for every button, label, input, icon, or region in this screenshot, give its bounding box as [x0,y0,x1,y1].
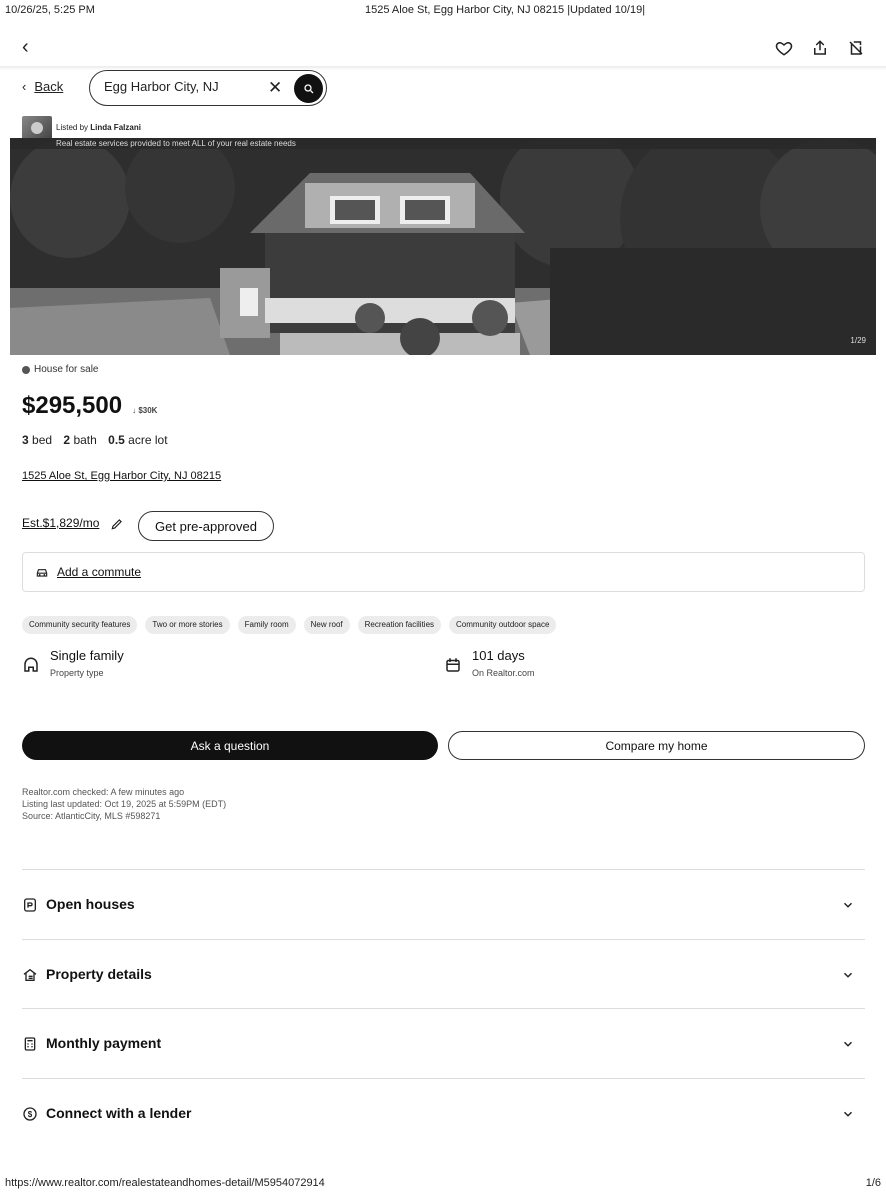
agent-name: Linda Falzani [90,123,141,132]
share-icon[interactable] [810,38,830,58]
search-box: ✕ [89,70,327,106]
chevron-down-icon [841,898,855,917]
hide-icon[interactable] [846,38,866,58]
property-type-label: Property type [50,668,104,678]
chevron-down-icon [841,1107,855,1126]
section-label: Connect with a lender [46,1105,192,1121]
house-icon [22,656,40,679]
car-icon [36,569,48,577]
listing-address[interactable]: 1525 Aloe St, Egg Harbor City, NJ 08215 [22,470,221,482]
listing-photo[interactable]: Real estate services provided to meet AL… [10,138,876,355]
print-datetime: 10/26/25, 5:25 PM [5,4,95,16]
checked-text: Realtor.com checked: A few minutes ago [22,787,185,797]
baths-value: 2 [63,433,71,447]
svg-text:$: $ [28,1110,33,1119]
status-text: House for sale [34,364,99,375]
chevron-left-icon[interactable]: ‹ [22,36,29,59]
feature-tag: Community outdoor space [449,616,557,634]
search-input[interactable] [104,79,264,94]
section-open-houses[interactable]: Open houses [22,869,865,939]
print-header: 10/26/25, 5:25 PM 1525 Aloe St, Egg Harb… [5,4,881,20]
feature-tag: Two or more stories [145,616,230,634]
close-icon[interactable]: ✕ [268,78,282,98]
photo-banner: Real estate services provided to meet AL… [10,138,876,149]
section-monthly-payment[interactable]: Monthly payment [22,1008,865,1078]
back-link[interactable]: ‹ Back [22,79,63,94]
search-icon [303,83,313,93]
beds-label: bed [32,433,53,447]
chevron-left-icon: ‹ [22,79,27,94]
price-row: $295,500 ↓ $30K [22,392,157,420]
add-commute-label: Add a commute [57,565,142,579]
price-change: ↓ $30K [132,406,158,415]
dollar-circle-icon: $ [22,1106,38,1127]
beds-fact: 3 bed [22,433,56,447]
top-actions [774,38,866,58]
baths-label: bath [73,433,97,447]
days-value: 101 days [472,648,525,663]
chevron-down-icon [841,1037,855,1056]
status-dot-icon [22,365,30,374]
lot-fact: 0.5 acre lot [108,433,171,447]
days-label: On Realtor.com [472,668,535,678]
updated-text: Listing last updated: Oct 19, 2025 at 5:… [22,799,227,809]
house-photo-image [10,138,876,355]
feature-tag: Family room [237,616,296,634]
source-text: Source: AtlanticCity, MLS #598271 [22,811,161,821]
feature-tags: Community security features Two or more … [22,616,557,634]
listing-facts: 3 bed 2 bath 0.5 acre lot [22,433,176,447]
open-house-icon [22,897,38,918]
search-button[interactable] [294,74,323,103]
print-url: https://www.realtor.com/realestateandhom… [5,1177,325,1189]
get-preapproved-button[interactable]: Get pre-approved [138,511,274,541]
print-page-number: 1/6 [865,1177,881,1189]
back-label: Back [34,79,64,94]
calculator-icon [22,1036,38,1057]
listing-status: House for sale [22,364,98,375]
listing-agent-text: Listed by Linda Falzani [56,123,141,132]
listing-meta: Realtor.com checked: A few minutes ago L… [22,786,226,822]
section-connect-lender[interactable]: $ Connect with a lender [22,1078,865,1148]
photo-counter: 1/29 [850,336,866,345]
lot-value: 0.5 [108,433,125,447]
feature-tag: Community security features [22,616,138,634]
section-label: Property details [46,966,152,982]
section-label: Open houses [46,896,135,912]
section-property-details[interactable]: Property details [22,939,865,1009]
heart-icon[interactable] [774,38,794,58]
compare-home-button[interactable]: Compare my home [448,731,865,760]
house-details-icon [22,967,38,988]
section-label: Monthly payment [46,1035,162,1051]
listed-by-prefix: Listed by [56,123,91,132]
lot-label: acre lot [128,433,168,447]
print-page-title: 1525 Aloe St, Egg Harbor City, NJ 08215 … [365,4,646,16]
ask-question-button[interactable]: Ask a question [22,731,438,760]
calendar-icon [444,656,462,679]
beds-value: 3 [22,433,29,447]
baths-fact: 2 bath [63,433,100,447]
feature-tag: New roof [303,616,350,634]
monthly-estimate-link[interactable]: Est.$1,829/mo [22,516,99,530]
chevron-down-icon [841,968,855,987]
add-commute-row[interactable]: Add a commute [22,552,865,592]
feature-tag: Recreation facilities [357,616,442,634]
pencil-icon[interactable] [110,517,124,536]
property-type-value: Single family [50,648,124,663]
top-bar: ‹ [0,30,886,66]
listing-price: $295,500 [22,392,123,419]
